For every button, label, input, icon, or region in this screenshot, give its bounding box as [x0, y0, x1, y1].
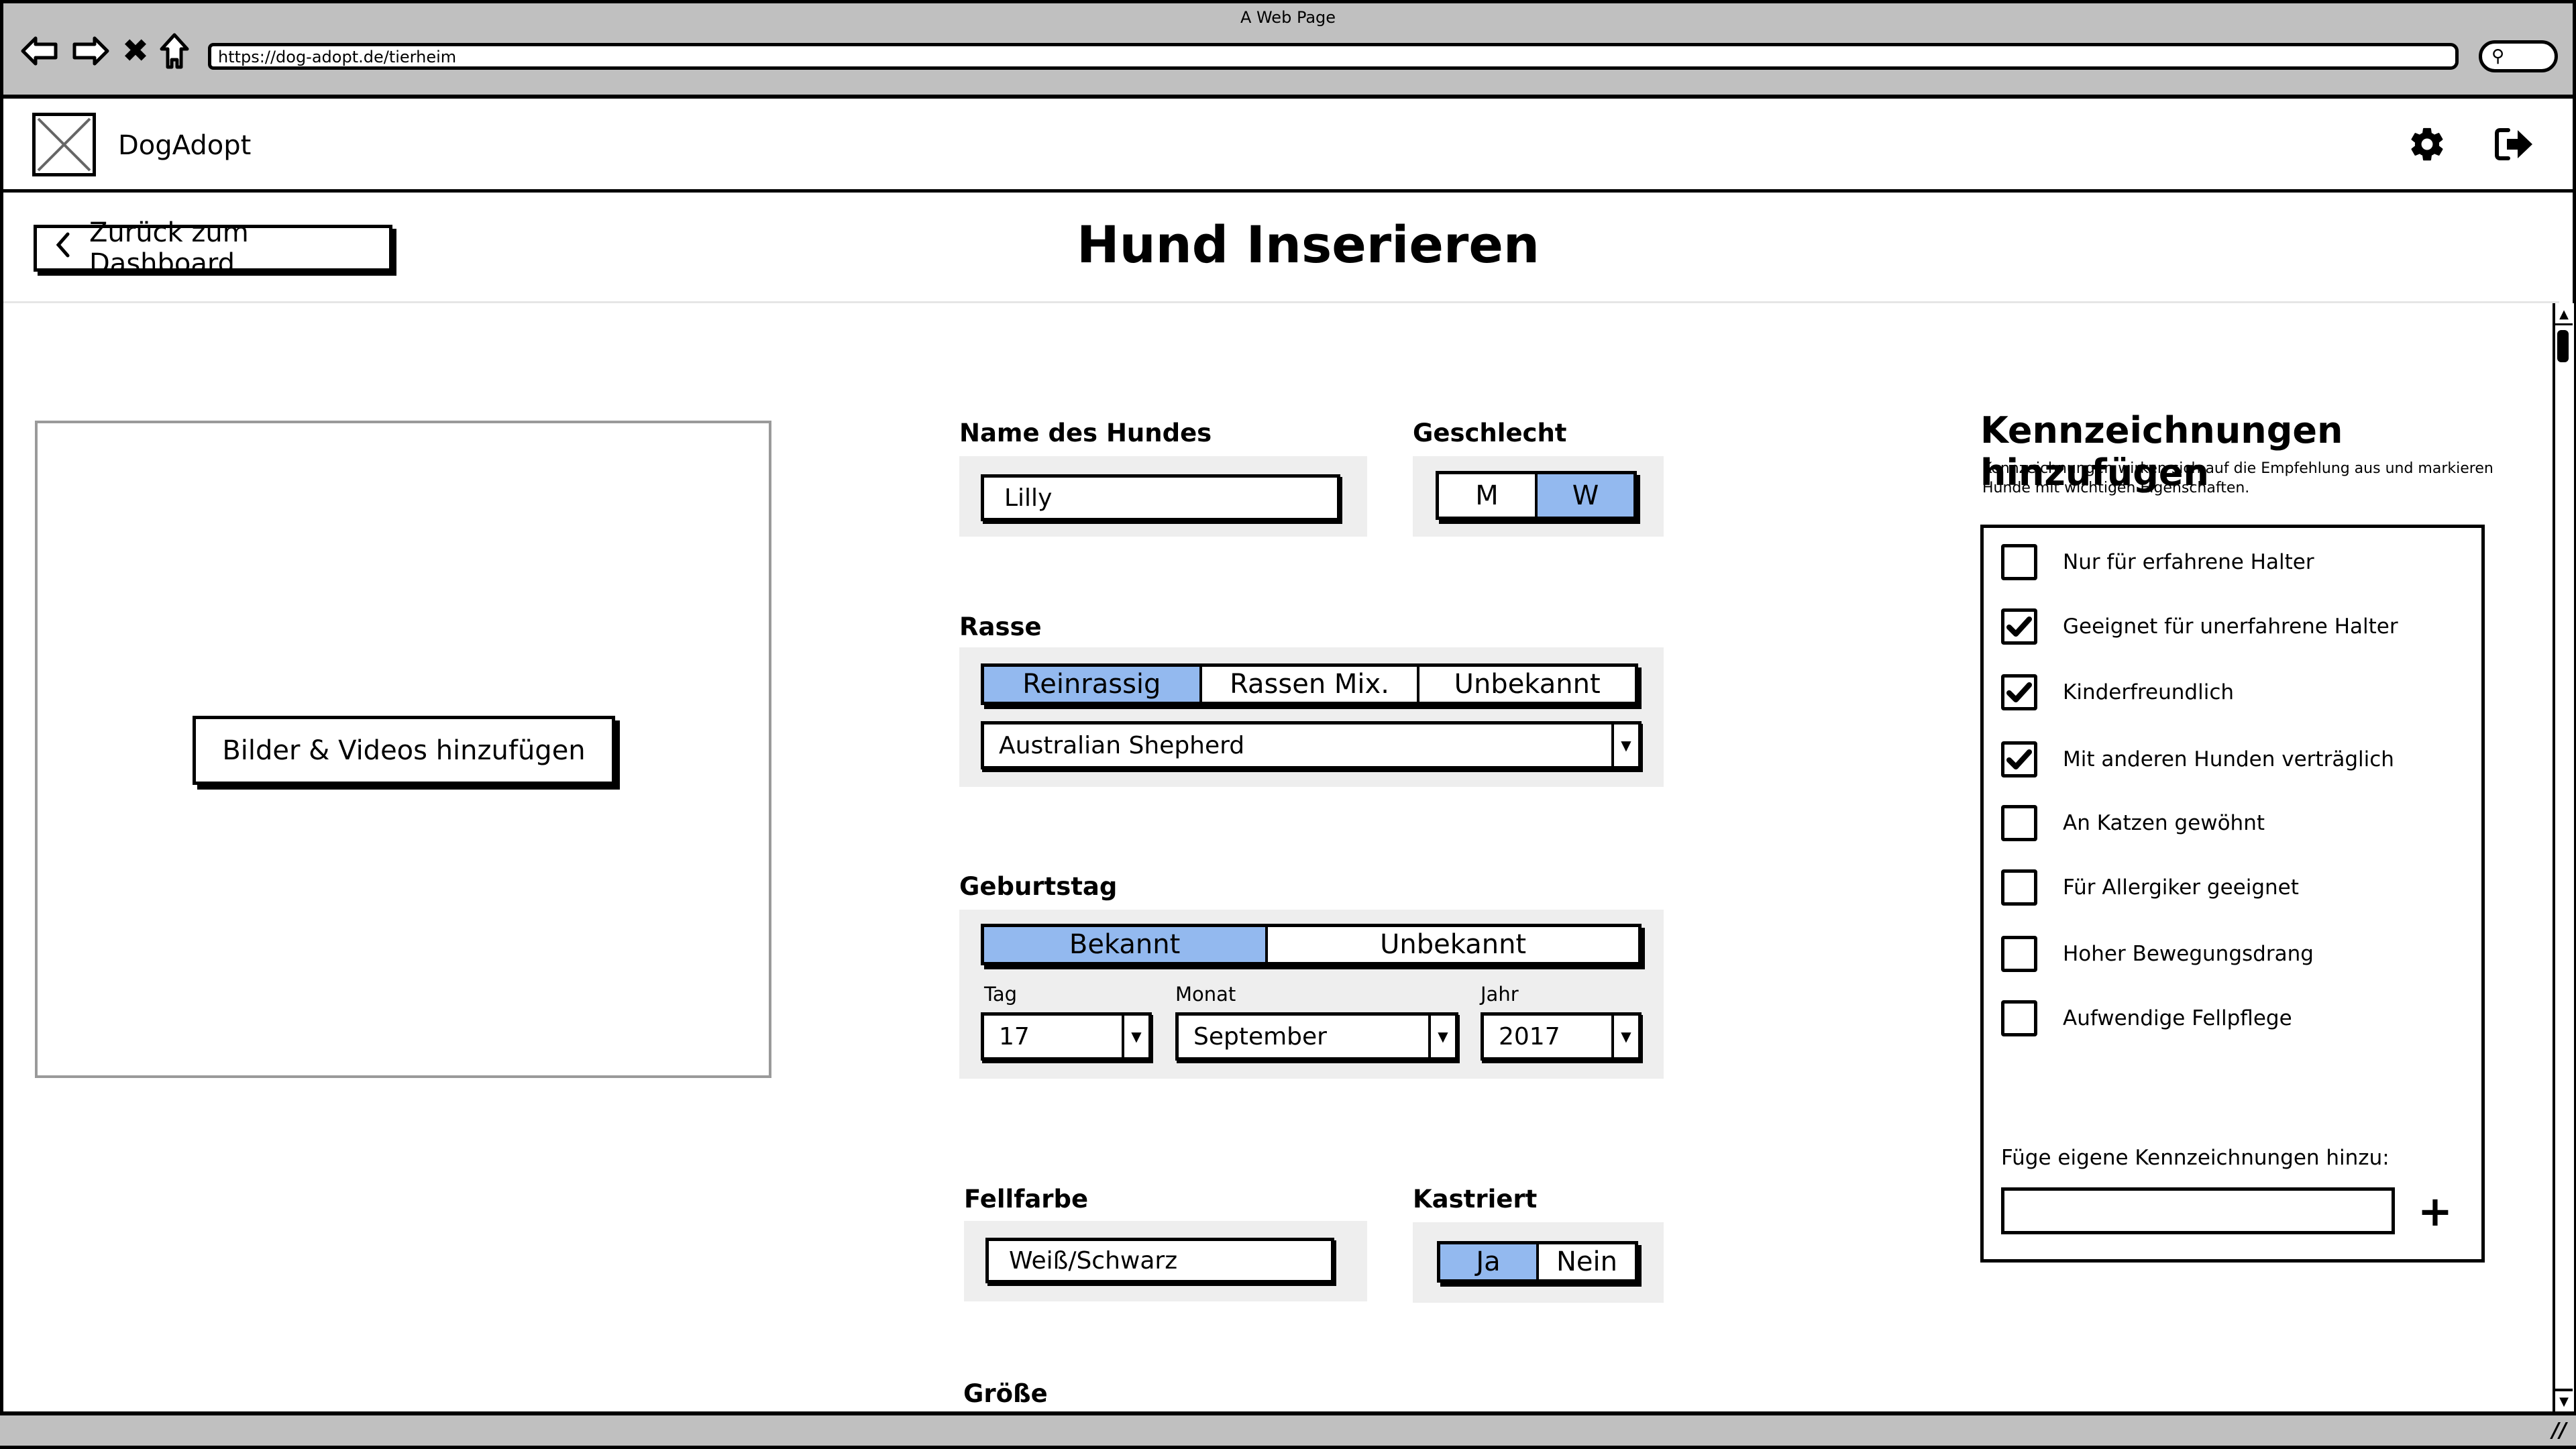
search-icon: ⚲	[2491, 46, 2505, 66]
gender-option-m[interactable]: M	[1439, 474, 1535, 517]
tag-checkbox-row[interactable]: Hoher Bewegungsdrang	[2001, 935, 2314, 973]
year-select[interactable]: 2017 ▼	[1481, 1012, 1642, 1061]
breed-select[interactable]: Australian Shepherd ▼	[981, 721, 1642, 769]
tag-checkbox-row[interactable]: Aufwendige Fellpflege	[2001, 1000, 2292, 1037]
settings-gear-icon[interactable]	[2404, 121, 2451, 168]
tag-label: Nur für erfahrene Halter	[2063, 550, 2314, 574]
dropdown-arrow-icon: ▼	[1428, 1016, 1455, 1057]
breed-type-toggle: Reinrassig Rassen Mix. Unbekannt	[981, 663, 1638, 705]
month-label: Monat	[1175, 983, 1236, 1006]
scroll-up-arrow-icon[interactable]: ▲	[2555, 305, 2573, 325]
home-icon[interactable]	[156, 32, 193, 70]
month-select[interactable]: September ▼	[1175, 1012, 1458, 1061]
checkbox-checked[interactable]	[2001, 741, 2037, 777]
tags-description: Kennzeichnungen wirken sich auf die Empf…	[1982, 460, 2493, 496]
dropdown-arrow-icon: ▼	[1611, 1016, 1638, 1057]
checkbox-checked[interactable]	[2001, 674, 2037, 710]
stop-icon[interactable]: ✖	[121, 32, 150, 70]
fur-color-label: Fellfarbe	[964, 1185, 1089, 1214]
tag-label: An Katzen gewöhnt	[2063, 811, 2265, 835]
year-label: Jahr	[1481, 983, 1519, 1006]
browser-search[interactable]: ⚲	[2479, 40, 2558, 72]
tag-label: Geeignet für unerfahrene Halter	[2063, 614, 2398, 639]
dropdown-arrow-icon: ▼	[1611, 724, 1638, 766]
url-bar[interactable]: https://dog-adopt.de/tierheim	[208, 43, 2459, 70]
tag-label: Mit anderen Hunden verträglich	[2063, 747, 2394, 771]
tag-checkbox-row[interactable]: Kinderfreundlich	[2001, 674, 2234, 711]
breed-option-mix[interactable]: Rassen Mix.	[1199, 667, 1417, 702]
checkmark-icon	[2006, 682, 2032, 702]
birthday-option-unknown[interactable]: Unbekannt	[1265, 927, 1638, 962]
year-select-value: 2017	[1499, 1022, 1560, 1051]
neutered-label: Kastriert	[1413, 1185, 1538, 1214]
image-placeholder-icon	[37, 117, 91, 172]
tag-checkbox-row[interactable]: Für Allergiker geeignet	[2001, 869, 2299, 906]
breed-option-unknown[interactable]: Unbekannt	[1417, 667, 1635, 702]
plus-icon[interactable]: +	[2418, 1187, 2453, 1236]
tag-checkbox-row[interactable]: Geeignet für unerfahrene Halter	[2001, 608, 2398, 645]
checkmark-icon	[2006, 616, 2032, 637]
tag-label: Aufwendige Fellpflege	[2063, 1006, 2292, 1030]
tag-checkbox-row[interactable]: Mit anderen Hunden verträglich	[2001, 741, 2394, 778]
page-title: Hund Inserieren	[1076, 215, 1540, 274]
gender-option-w[interactable]: W	[1535, 474, 1633, 517]
add-media-button[interactable]: Bilder & Videos hinzufügen	[193, 716, 615, 785]
birthday-known-toggle: Bekannt Unbekannt	[981, 924, 1642, 965]
custom-tag-label: Füge eigene Kennzeichnungen hinzu:	[2001, 1146, 2390, 1170]
back-button-label: Zurück zum Dashboard	[89, 217, 249, 279]
month-select-value: September	[1193, 1022, 1327, 1051]
dog-name-input[interactable]: Lilly	[981, 474, 1340, 521]
tag-checkbox-row[interactable]: Nur für erfahrene Halter	[2001, 543, 2314, 581]
back-to-dashboard-button[interactable]: Zurück zum Dashboard	[34, 217, 392, 279]
name-label: Name des Hundes	[959, 419, 1212, 447]
vertical-scrollbar[interactable]	[2553, 303, 2574, 1413]
back-arrow-icon[interactable]	[19, 32, 60, 70]
size-label: Größe	[963, 1379, 1048, 1408]
tag-label: Kinderfreundlich	[2063, 680, 2235, 704]
status-bar	[0, 1411, 2576, 1449]
checkbox-unchecked[interactable]	[2001, 1000, 2037, 1036]
breed-select-value: Australian Shepherd	[999, 731, 1245, 759]
chevron-left-icon	[56, 232, 70, 264]
breed-option-purebred[interactable]: Reinrassig	[984, 667, 1199, 702]
logo-placeholder[interactable]	[32, 113, 96, 176]
checkbox-unchecked[interactable]	[2001, 869, 2037, 906]
tag-label: Hoher Bewegungsdrang	[2063, 942, 2314, 966]
neutered-option-yes[interactable]: Ja	[1440, 1244, 1536, 1279]
checkbox-unchecked[interactable]	[2001, 936, 2037, 972]
app-header	[3, 99, 2573, 193]
custom-tag-input[interactable]	[2001, 1187, 2395, 1234]
fur-color-input[interactable]: Weiß/Schwarz	[985, 1238, 1334, 1283]
window-title: A Web Page	[1240, 8, 1336, 27]
day-select-value: 17	[999, 1022, 1030, 1051]
forward-arrow-icon[interactable]	[70, 32, 111, 70]
checkbox-checked[interactable]	[2001, 608, 2037, 645]
scroll-thumb[interactable]	[2557, 330, 2569, 362]
birthday-label: Geburtstag	[959, 872, 1118, 901]
brand-name: DogAdopt	[118, 130, 252, 161]
logout-icon[interactable]	[2491, 121, 2538, 168]
tag-checkbox-row[interactable]: An Katzen gewöhnt	[2001, 804, 2265, 842]
gender-toggle: M W	[1436, 471, 1637, 520]
checkbox-unchecked[interactable]	[2001, 805, 2037, 841]
neutered-toggle: Ja Nein	[1437, 1241, 1638, 1283]
dropdown-arrow-icon: ▼	[1122, 1016, 1148, 1057]
resize-grip-icon[interactable]: //	[2546, 1415, 2573, 1445]
birthday-option-known[interactable]: Bekannt	[984, 927, 1266, 962]
scroll-down-arrow-icon[interactable]: ▼	[2555, 1389, 2573, 1411]
breed-label: Rasse	[959, 612, 1042, 641]
day-select[interactable]: 17 ▼	[981, 1012, 1152, 1061]
checkbox-unchecked[interactable]	[2001, 544, 2037, 580]
tag-label: Für Allergiker geeignet	[2063, 875, 2299, 900]
neutered-option-no[interactable]: Nein	[1536, 1244, 1635, 1279]
day-label: Tag	[984, 983, 1018, 1006]
gender-label: Geschlecht	[1413, 419, 1567, 447]
checkmark-icon	[2006, 749, 2032, 769]
